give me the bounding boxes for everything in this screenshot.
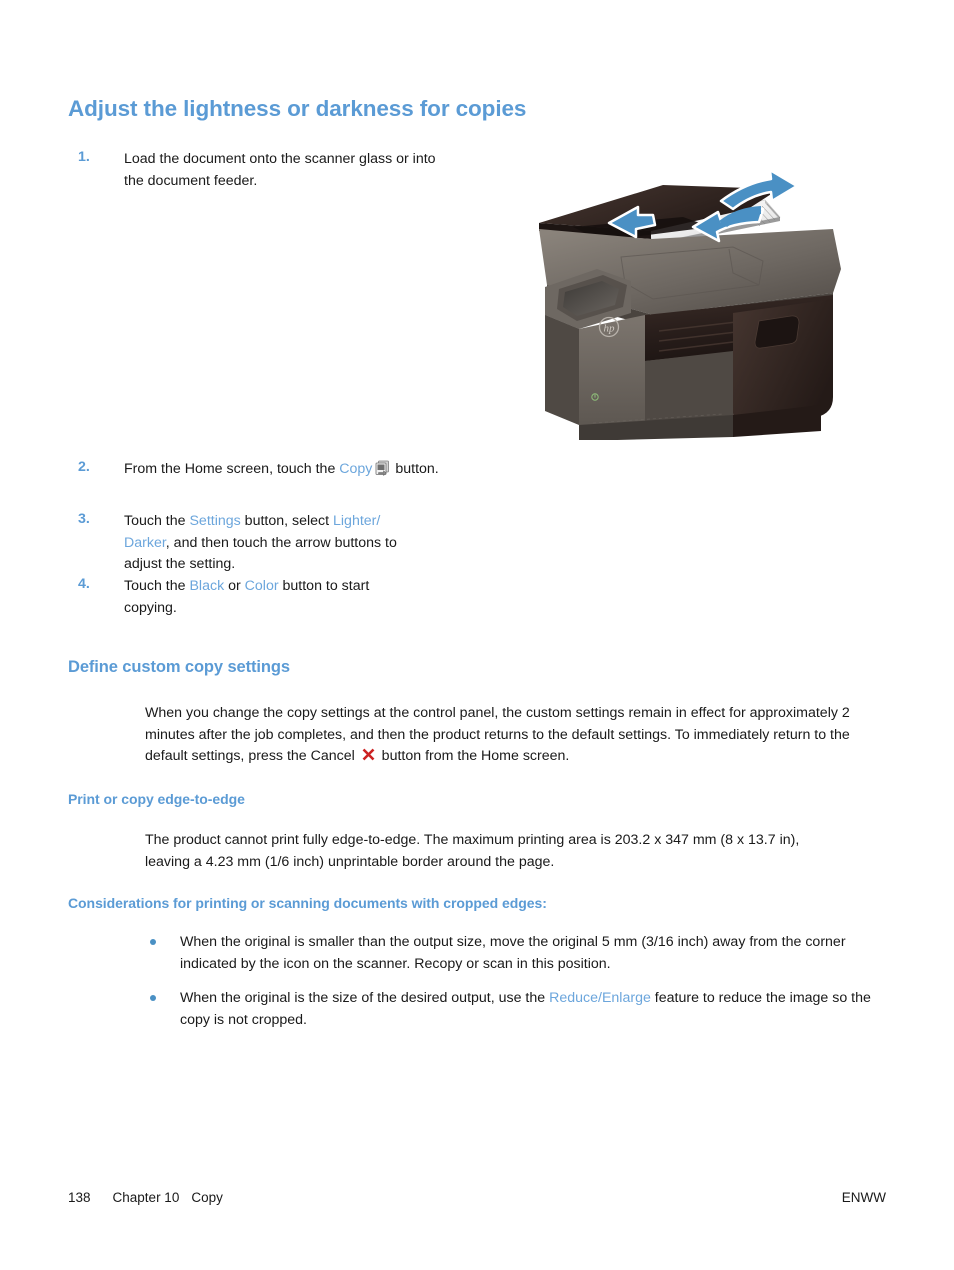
step-text-pre: Touch the	[124, 578, 190, 594]
cancel-icon	[361, 747, 376, 762]
color-link[interactable]: Color	[245, 578, 279, 594]
section-title-define-custom-copy-settings: Define custom copy settings	[68, 658, 290, 676]
page-title: Adjust the lightness or darkness for cop…	[68, 96, 527, 121]
step-number: 4.	[78, 576, 90, 592]
reduce-enlarge-link[interactable]: Reduce/Enlarge	[549, 990, 651, 1006]
step-text: From the Home screen, touch the Copy but…	[124, 459, 454, 481]
bullet-dot-icon	[150, 995, 156, 1001]
step-text-mid: button, select	[240, 513, 334, 529]
step-text-pre: Touch the	[124, 513, 190, 529]
step-text: Touch the Settings button, select Lighte…	[124, 511, 424, 576]
footer-chapter-title: Copy	[191, 1190, 223, 1205]
step-text-post: , and then touch the arrow buttons to ad…	[124, 534, 397, 573]
step-text: Touch the Black or Color button to start…	[124, 576, 424, 619]
step-text-mid: or	[224, 578, 245, 594]
custom-settings-paragraph: When you change the copy settings at the…	[145, 703, 865, 768]
section-title-print-or-copy-edge-to-edge: Print or copy edge-to-edge	[68, 791, 245, 807]
bullet-text-pre: When the original is the size of the des…	[180, 990, 550, 1006]
footer-right: ENWW	[841, 1190, 886, 1205]
step-text: Load the document onto the scanner glass…	[124, 151, 436, 189]
settings-link[interactable]: Settings	[189, 513, 240, 529]
printer-illustration: hp	[533, 165, 863, 441]
edge-to-edge-paragraph: The product cannot print fully edge-to-e…	[145, 832, 800, 870]
copy-link[interactable]: Copy	[339, 461, 372, 477]
step-number: 2.	[78, 459, 90, 475]
step-text-pre: From the Home screen, touch the	[124, 461, 340, 477]
footer-left: 138 Chapter 10 Copy	[68, 1190, 223, 1205]
tray-handle	[754, 315, 800, 349]
step-text-post: button.	[391, 461, 439, 477]
svg-text:hp: hp	[604, 323, 616, 335]
page-number: 138	[68, 1190, 91, 1205]
step-number: 1.	[78, 149, 90, 165]
step-number: 3.	[78, 511, 90, 527]
section-title-considerations: Considerations for printing or scanning …	[68, 895, 547, 911]
bullet-text: When the original is smaller than the ou…	[180, 934, 846, 972]
black-link[interactable]: Black	[189, 578, 224, 594]
document-page: Adjust the lightness or darkness for cop…	[0, 0, 954, 1270]
paragraph-post: button from the Home screen.	[377, 748, 570, 764]
bullet-dot-icon	[150, 939, 156, 945]
printer-illustration-svg: hp	[539, 168, 841, 441]
footer-chapter: Chapter 10	[112, 1190, 180, 1205]
bullet-text: When the original is the size of the des…	[180, 988, 885, 1031]
copy-icon	[373, 460, 390, 477]
